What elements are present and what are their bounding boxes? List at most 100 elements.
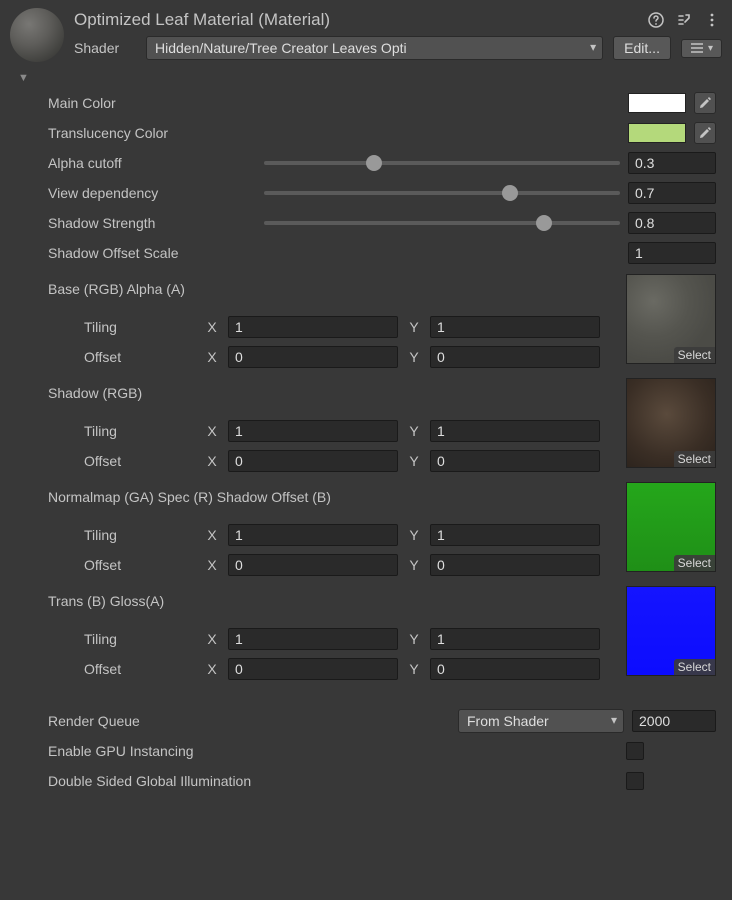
select-label: Select xyxy=(674,347,715,363)
y-label: Y xyxy=(406,661,422,677)
texture-thumbnail[interactable]: Select xyxy=(626,274,716,364)
properties-body: Main Color Translucency Color Alpha cuto… xyxy=(4,86,728,798)
select-label: Select xyxy=(674,451,715,467)
texture-name-label: Trans (B) Gloss(A) xyxy=(16,593,164,609)
tiling-y-field[interactable] xyxy=(430,316,600,338)
x-label: X xyxy=(204,557,220,573)
dsgi-label: Double Sided Global Illumination xyxy=(16,773,618,789)
y-label: Y xyxy=(406,631,422,647)
eyedropper-icon[interactable] xyxy=(694,122,716,144)
shadow-strength-field[interactable] xyxy=(628,212,716,234)
eyedropper-icon[interactable] xyxy=(694,92,716,114)
gpu-instancing-row: Enable GPU Instancing xyxy=(16,736,716,766)
texture-section: Trans (B) Gloss(A) Tiling X Y Offset X Y… xyxy=(16,586,716,684)
main-color-row: Main Color xyxy=(16,88,716,118)
translucency-color-row: Translucency Color xyxy=(16,118,716,148)
offset-label: Offset xyxy=(16,349,196,365)
tiling-x-field[interactable] xyxy=(228,524,398,546)
foldout-toggle[interactable]: ▼ xyxy=(18,72,29,84)
help-icon[interactable] xyxy=(646,10,666,30)
view-dependency-row: View dependency xyxy=(16,178,716,208)
texture-name-label: Base (RGB) Alpha (A) xyxy=(16,281,185,297)
tiling-y-field[interactable] xyxy=(430,628,600,650)
offset-x-field[interactable] xyxy=(228,450,398,472)
y-label: Y xyxy=(406,557,422,573)
shader-label: Shader xyxy=(74,40,136,56)
main-color-swatch[interactable] xyxy=(628,93,686,113)
offset-x-field[interactable] xyxy=(228,658,398,680)
offset-y-field[interactable] xyxy=(430,346,600,368)
gpu-instancing-label: Enable GPU Instancing xyxy=(16,743,618,759)
render-queue-dropdown[interactable]: From Shader xyxy=(458,709,624,733)
shadow-strength-row: Shadow Strength xyxy=(16,208,716,238)
view-dependency-field[interactable] xyxy=(628,182,716,204)
alpha-cutoff-slider[interactable] xyxy=(264,161,620,165)
tiling-y-field[interactable] xyxy=(430,420,600,442)
y-label: Y xyxy=(406,319,422,335)
shadow-offset-scale-label: Shadow Offset Scale xyxy=(16,245,256,261)
tiling-label: Tiling xyxy=(16,527,196,543)
offset-x-field[interactable] xyxy=(228,554,398,576)
x-label: X xyxy=(204,631,220,647)
main-color-label: Main Color xyxy=(16,95,256,111)
tiling-x-field[interactable] xyxy=(228,316,398,338)
alpha-cutoff-field[interactable] xyxy=(628,152,716,174)
y-label: Y xyxy=(406,423,422,439)
y-label: Y xyxy=(406,349,422,365)
tiling-x-field[interactable] xyxy=(228,420,398,442)
select-label: Select xyxy=(674,659,715,675)
x-label: X xyxy=(204,319,220,335)
shader-dropdown[interactable]: Hidden/Nature/Tree Creator Leaves Opti xyxy=(146,36,603,60)
dsgi-row: Double Sided Global Illumination xyxy=(16,766,716,796)
shadow-strength-label: Shadow Strength xyxy=(16,215,256,231)
offset-label: Offset xyxy=(16,661,196,677)
view-dependency-label: View dependency xyxy=(16,185,256,201)
header-main: Optimized Leaf Material (Material) Shade… xyxy=(74,10,722,60)
texture-section: Normalmap (GA) Spec (R) Shadow Offset (B… xyxy=(16,482,716,580)
y-label: Y xyxy=(406,453,422,469)
tiling-x-field[interactable] xyxy=(228,628,398,650)
x-label: X xyxy=(204,661,220,677)
offset-label: Offset xyxy=(16,557,196,573)
material-inspector: Optimized Leaf Material (Material) Shade… xyxy=(0,0,732,808)
inspector-header: Optimized Leaf Material (Material) Shade… xyxy=(4,4,728,64)
shadow-offset-scale-field[interactable] xyxy=(628,242,716,264)
tiling-label: Tiling xyxy=(16,631,196,647)
translucency-color-swatch[interactable] xyxy=(628,123,686,143)
alpha-cutoff-row: Alpha cutoff xyxy=(16,148,716,178)
tiling-y-field[interactable] xyxy=(430,524,600,546)
x-label: X xyxy=(204,453,220,469)
y-label: Y xyxy=(406,527,422,543)
tiling-label: Tiling xyxy=(16,423,196,439)
shadow-strength-slider[interactable] xyxy=(264,221,620,225)
material-title: Optimized Leaf Material (Material) xyxy=(74,10,638,30)
select-label: Select xyxy=(674,555,715,571)
offset-y-field[interactable] xyxy=(430,658,600,680)
dsgi-checkbox[interactable] xyxy=(626,772,644,790)
shader-options-button[interactable]: ▾ xyxy=(681,39,722,58)
x-label: X xyxy=(204,527,220,543)
material-preview-sphere[interactable] xyxy=(10,8,64,62)
texture-name-label: Shadow (RGB) xyxy=(16,385,142,401)
shadow-offset-scale-row: Shadow Offset Scale xyxy=(16,238,716,268)
tiling-label: Tiling xyxy=(16,319,196,335)
menu-icon[interactable] xyxy=(702,10,722,30)
gpu-instancing-checkbox[interactable] xyxy=(626,742,644,760)
texture-thumbnail[interactable]: Select xyxy=(626,586,716,676)
render-queue-row: Render Queue From Shader xyxy=(16,706,716,736)
x-label: X xyxy=(204,423,220,439)
edit-shader-button[interactable]: Edit... xyxy=(613,36,671,60)
translucency-color-label: Translucency Color xyxy=(16,125,256,141)
offset-label: Offset xyxy=(16,453,196,469)
texture-name-label: Normalmap (GA) Spec (R) Shadow Offset (B… xyxy=(16,489,331,505)
offset-y-field[interactable] xyxy=(430,450,600,472)
view-dependency-slider[interactable] xyxy=(264,191,620,195)
offset-x-field[interactable] xyxy=(228,346,398,368)
x-label: X xyxy=(204,349,220,365)
texture-thumbnail[interactable]: Select xyxy=(626,378,716,468)
texture-thumbnail[interactable]: Select xyxy=(626,482,716,572)
preset-icon[interactable] xyxy=(674,10,694,30)
offset-y-field[interactable] xyxy=(430,554,600,576)
render-queue-field[interactable] xyxy=(632,710,716,732)
render-queue-label: Render Queue xyxy=(16,713,256,729)
